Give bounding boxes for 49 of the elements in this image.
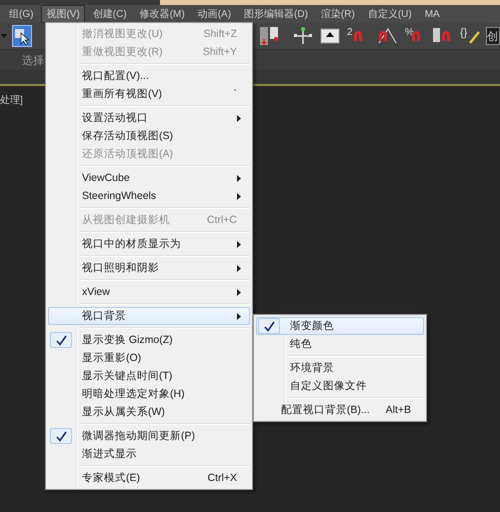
menu-bar-item[interactable]: 图形编辑器(D): [239, 5, 313, 23]
menu-bar-item[interactable]: 修改器(M): [134, 5, 190, 23]
menu-bar-item[interactable]: 组(G): [4, 5, 38, 23]
checkmark-icon: [264, 320, 274, 332]
menu-item[interactable]: 视口中的材质显示为: [48, 235, 250, 253]
menu-bar-item[interactable]: 自定义(U): [362, 5, 417, 23]
menu-item[interactable]: 纯色: [256, 335, 424, 353]
checkmark-icon: [56, 334, 66, 346]
menu-item[interactable]: 显示关键点时间(T): [48, 367, 250, 385]
menu-bar-item[interactable]: 渲染(R): [316, 5, 360, 23]
menu-item[interactable]: 微调器拖动期间更新(P): [48, 427, 250, 445]
menu-bar-item[interactable]: MA: [420, 6, 445, 22]
snap-label: 2: [347, 27, 353, 38]
menu-item[interactable]: 渐进式显示: [48, 445, 250, 463]
checkmark-icon: [56, 430, 66, 442]
move-gizmo-icon[interactable]: [292, 25, 314, 47]
menu-item[interactable]: ViewCube: [48, 169, 250, 187]
menu-item[interactable]: 保存活动顶视图(S): [48, 127, 250, 145]
menu-item[interactable]: 自定义图像文件: [256, 377, 424, 395]
menu-item[interactable]: 视口照明和阴影: [48, 259, 250, 277]
menu-item[interactable]: 专家模式(E) Ctrl+X: [48, 469, 250, 487]
menu-item[interactable]: 配置视口背景(B)... Alt+B: [256, 401, 424, 419]
menu-item[interactable]: xView: [48, 283, 250, 301]
menu-item[interactable]: 渐变颜色: [256, 317, 424, 335]
submenu-arrow-icon: [237, 114, 241, 122]
submenu-arrow-icon: [237, 312, 241, 320]
menu-item[interactable]: 视口背景: [48, 307, 250, 325]
menu-item[interactable]: 明暗处理选定对象(H): [48, 385, 250, 403]
brace-label: {}: [460, 27, 468, 39]
menu-item[interactable]: SteeringWheels: [48, 187, 250, 205]
menu-item[interactable]: 环境背景: [256, 359, 424, 377]
submenu-arrow-icon: [237, 264, 241, 272]
menu-item[interactable]: 视口配置(V)...: [48, 67, 250, 85]
menu-item[interactable]: 设置活动视口: [48, 109, 250, 127]
menu-item[interactable]: 显示从属关系(W): [48, 403, 250, 421]
menu-bar-item[interactable]: 动画(A): [192, 5, 236, 23]
menu-item[interactable]: 重画所有视图(V) `: [48, 85, 250, 103]
viewport-label[interactable]: 处理]: [0, 95, 23, 106]
menu-item[interactable]: 显示重影(O): [48, 349, 250, 367]
submenu-arrow-icon: [237, 192, 241, 200]
submenu-arrow-icon: [237, 240, 241, 248]
submenu-arrow-icon: [237, 288, 241, 296]
menu-bar-item[interactable]: 创建(C): [88, 5, 132, 23]
ribbon-tab[interactable]: 选择: [22, 52, 44, 68]
menu-bar-item[interactable]: 视图(V): [41, 5, 85, 23]
menu-item[interactable]: 显示变换 Gizmo(Z): [48, 331, 250, 349]
select-object-button[interactable]: [12, 25, 32, 47]
submenu-arrow-icon: [237, 174, 241, 182]
selection-set-field[interactable]: 创: [486, 27, 500, 45]
